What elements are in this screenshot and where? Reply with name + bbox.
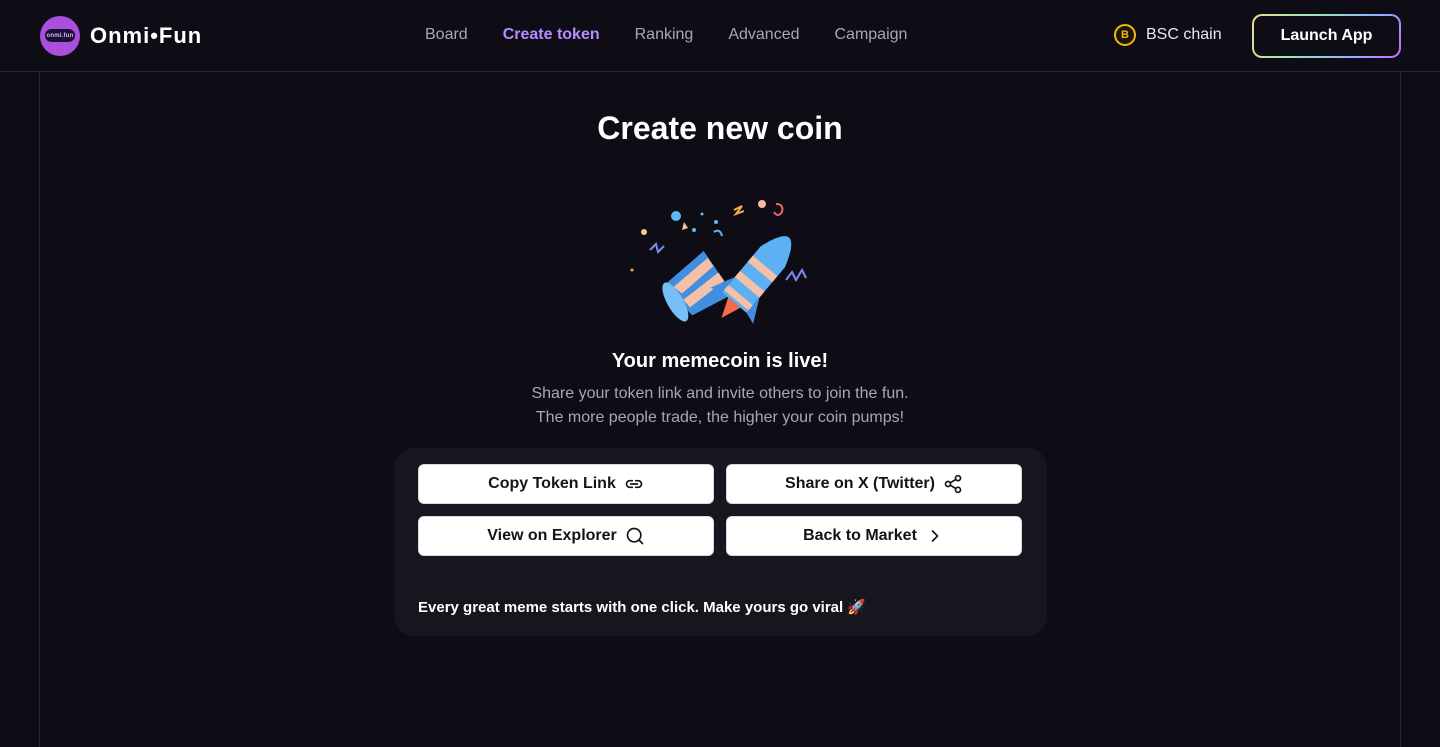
logo-badge-text: onmi.fun (45, 29, 75, 42)
logo-text: Onmi•Fun (90, 23, 203, 48)
nav-ranking[interactable]: Ranking (635, 26, 694, 44)
share-on-x-button[interactable]: Share on X (Twitter) (726, 464, 1022, 504)
link-icon (625, 479, 643, 489)
launch-app-button[interactable]: Launch App (1252, 14, 1401, 58)
logo-mark-icon: onmi.fun (40, 16, 80, 56)
success-description: Share your token link and invite others … (0, 382, 1440, 430)
copy-token-link-label: Copy Token Link (488, 475, 616, 492)
nav-create-token[interactable]: Create token (503, 26, 600, 44)
share-on-x-label: Share on X (Twitter) (785, 475, 935, 492)
nav-advanced[interactable]: Advanced (728, 26, 799, 44)
main-nav: Board Create token Ranking Advanced Camp… (425, 26, 907, 44)
logo[interactable]: onmi.fun Onmi•Fun (40, 16, 202, 56)
success-heading: Your memecoin is live! (611, 350, 829, 372)
copy-token-link-button[interactable]: Copy Token Link (418, 464, 714, 504)
viral-tagline: Every great meme starts with one click. … (418, 599, 867, 616)
chain-selector[interactable]: B BSC chain (1114, 24, 1222, 46)
top-header: onmi.fun Onmi•Fun Board Create token Ran… (0, 0, 1440, 72)
launch-app-label: Launch App (1254, 16, 1399, 56)
share-actions-card: Copy Token Link Share on X (Twitter) Vie… (394, 448, 1047, 636)
search-icon (626, 527, 644, 545)
view-on-explorer-button[interactable]: View on Explorer (418, 516, 714, 556)
success-description-line-1: Share your token link and invite others … (531, 385, 909, 402)
chevron-right-icon (931, 530, 939, 542)
rocket-party-illustration-icon (620, 192, 820, 340)
back-to-market-button[interactable]: Back to Market (726, 516, 1022, 556)
view-on-explorer-label: View on Explorer (487, 527, 617, 544)
back-to-market-label: Back to Market (803, 527, 917, 544)
success-description-line-2: The more people trade, the higher your c… (535, 409, 905, 426)
nav-board[interactable]: Board (425, 26, 468, 44)
page-title: Create new coin (597, 110, 843, 146)
share-icon (944, 474, 962, 494)
bitcoin-icon: B (1114, 24, 1136, 46)
chain-label: BSC chain (1146, 26, 1222, 43)
nav-campaign[interactable]: Campaign (835, 26, 908, 44)
